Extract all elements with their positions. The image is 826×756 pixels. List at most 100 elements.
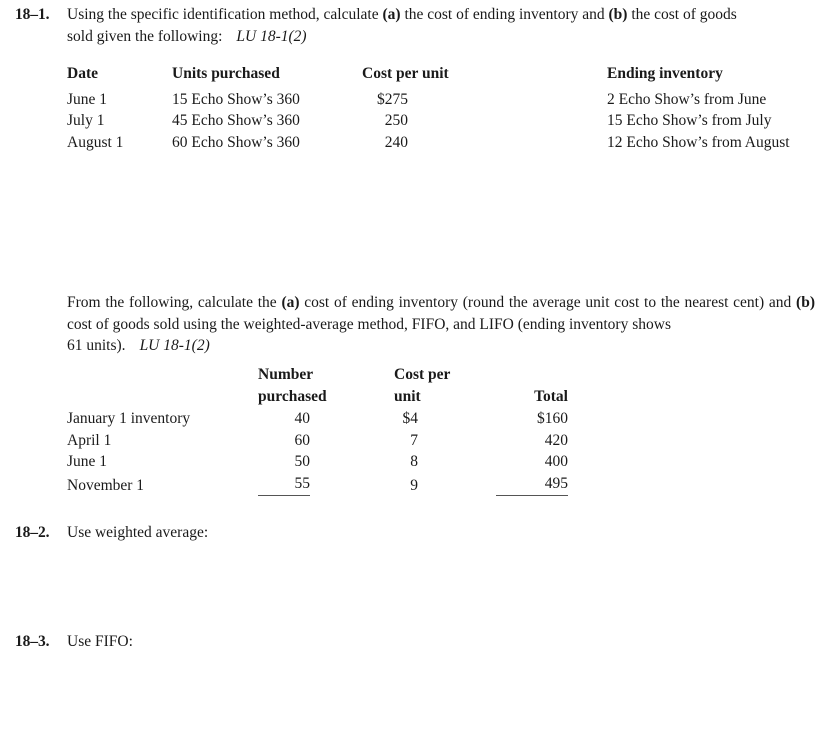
cell-number-purchased-value: 60 (294, 431, 311, 449)
table-row: August 1 60 Echo Show’s 360 240 12 Echo … (67, 132, 812, 154)
paragraph-two-part-d: cost of goods sold using the weighted-av… (67, 315, 671, 333)
paragraph-two-part-b: cost of ending inventory (round the aver… (299, 294, 765, 311)
cell-number-purchased: 40 (258, 408, 394, 430)
column-header-cost-per-unit-line2: unit (394, 387, 421, 405)
problem-18-1-line-2: sold given the following: LU 18-1(2) (67, 26, 815, 48)
table-row: June 1 15 Echo Show’s 360 $275 2 Echo Sh… (67, 89, 812, 111)
column-header-cost-per-unit: Cost per unit (362, 65, 449, 82)
table-row: November 1 55 9 495 (67, 473, 606, 497)
paragraph-two-lu-reference: LU 18-1(2) (139, 337, 210, 354)
cell-cost-per-unit-value: 240 (384, 133, 408, 151)
paragraph-two-label-b: (b) (796, 294, 815, 311)
table-two-header: Number purchased Cost per unit Total (67, 364, 606, 408)
column-header-number-purchased: Number purchased (258, 364, 394, 408)
problem-18-1-label-b: (b) (608, 6, 628, 23)
cell-total-value: 400 (544, 453, 568, 470)
problem-18-1-label-a: (a) (382, 6, 401, 23)
table-row-header: Number purchased Cost per unit Total (67, 364, 606, 408)
table-row: April 1 60 7 420 (67, 430, 606, 452)
cell-total-value: 420 (544, 431, 568, 449)
cell-total-value: 495 (496, 473, 568, 496)
cell-number-purchased-value: 55 (258, 473, 310, 496)
column-header-number-purchased-line1: Number (258, 366, 314, 383)
cell-total: 495 (496, 473, 606, 496)
table-row: July 1 45 Echo Show’s 360 250 15 Echo Sh… (67, 110, 812, 132)
cell-cost-per-unit: 250 (362, 110, 607, 132)
column-header-total: Total (496, 364, 606, 408)
inventory-cost-table: Number purchased Cost per unit Total Jan… (67, 364, 606, 496)
cell-cost-per-unit: $275 (362, 89, 607, 111)
cell-total: $160 (496, 408, 606, 430)
problem-18-2-number: 18–2. (15, 524, 50, 541)
cell-cost-per-unit: 7 (394, 430, 496, 452)
problem-18-2: 18–2. Use weighted average: (15, 522, 715, 544)
cell-date: June 1 (67, 90, 108, 108)
cell-total-value: $160 (537, 410, 568, 427)
paragraph-two-part-e: 61 units). (67, 337, 126, 354)
table-two-body: January 1 inventory 40 $4 $160 April 1 6… (67, 408, 606, 496)
paragraph-two-part-a: From the following, calculate the (67, 294, 282, 311)
table-row: June 1 50 8 400 (67, 451, 606, 473)
cell-number-purchased-value: 40 (294, 410, 311, 427)
table-one-header: Date Units purchased Cost per unit Endin… (67, 63, 812, 89)
cell-ending-inventory: 12 Echo Show’s from August (607, 133, 790, 151)
cell-number-purchased: 60 (258, 430, 394, 452)
problem-18-2-text: Use weighted average: (67, 524, 209, 541)
inventory-purchases-table: Date Units purchased Cost per unit Endin… (67, 63, 812, 153)
cell-row-label: June 1 (67, 453, 108, 470)
problem-18-1-number: 18–1. (15, 6, 50, 23)
cell-cost-per-unit-value: 8 (410, 453, 418, 470)
cell-cost-per-unit-value: 9 (410, 476, 418, 494)
column-header-units-purchased: Units purchased (172, 65, 280, 82)
cell-cost-per-unit: 8 (394, 451, 496, 473)
problem-18-1-intro-part-b: the cost of ending inventory and (400, 6, 609, 23)
cell-units-purchased: 15 Echo Show’s 360 (172, 90, 300, 108)
cell-cost-per-unit-value: 7 (410, 431, 418, 449)
problem-18-1-intro-part-c: the cost of goods (627, 6, 737, 23)
table-row-header: Date Units purchased Cost per unit Endin… (67, 63, 812, 89)
cell-cost-per-unit-value: 250 (384, 112, 408, 129)
cell-number-purchased-value: 50 (294, 453, 311, 470)
column-header-total-label: Total (496, 386, 606, 408)
cell-ending-inventory: 2 Echo Show’s from June (607, 90, 767, 108)
cell-cost-per-unit: 240 (362, 132, 607, 154)
cell-row-label: January 1 inventory (67, 410, 191, 427)
cell-cost-per-unit-value: $275 (377, 90, 408, 108)
cell-total: 400 (496, 451, 606, 473)
problem-instruction-paragraph: From the following, calculate the (a) co… (67, 292, 815, 357)
column-header-cost-per-unit: Cost per unit (394, 364, 496, 408)
problem-18-1-intro-part-a: Using the specific identification method… (67, 6, 383, 23)
table-row: January 1 inventory 40 $4 $160 (67, 408, 606, 430)
cell-date: July 1 (67, 112, 105, 129)
column-header-total-text: Total (534, 387, 568, 405)
cell-cost-per-unit: 9 (394, 473, 496, 497)
cell-cost-per-unit-value: $4 (402, 410, 419, 427)
cell-row-label: April 1 (67, 431, 112, 449)
problem-18-3: 18–3. Use FIFO: (15, 631, 715, 653)
column-header-ending-inventory: Ending inventory (607, 65, 723, 82)
cell-row-label: November 1 (67, 476, 145, 494)
problem-18-1-text: Using the specific identification method… (67, 4, 815, 47)
problem-18-1: 18–1. Using the specific identification … (15, 4, 815, 47)
problem-18-1-lu-reference: LU 18-1(2) (236, 27, 307, 45)
cell-total: 420 (496, 430, 606, 452)
cell-units-purchased: 45 Echo Show’s 360 (172, 112, 300, 129)
table-one-body: June 1 15 Echo Show’s 360 $275 2 Echo Sh… (67, 89, 812, 154)
cell-number-purchased: 55 (258, 473, 394, 496)
problem-18-3-text: Use FIFO: (67, 633, 133, 650)
column-header-date: Date (67, 65, 98, 82)
cell-ending-inventory: 15 Echo Show’s from July (607, 112, 772, 129)
cell-units-purchased: 60 Echo Show’s 360 (172, 133, 300, 151)
paragraph-two-line-3: 61 units). LU 18-1(2) (67, 335, 815, 357)
cell-date: August 1 (67, 133, 124, 151)
paragraph-two-part-c: and (768, 294, 797, 311)
column-header-number-purchased-line2: purchased (258, 387, 327, 405)
cell-cost-per-unit: $4 (394, 408, 496, 430)
problem-18-1-intro-line2: sold given the following: (67, 27, 223, 45)
cell-number-purchased: 50 (258, 451, 394, 473)
worksheet-page: 18–1. Using the specific identification … (0, 0, 826, 756)
problem-18-3-number: 18–3. (15, 633, 50, 650)
column-header-blank (67, 364, 258, 408)
column-header-cost-per-unit-line1: Cost per (394, 366, 451, 383)
paragraph-two-label-a: (a) (281, 294, 300, 311)
